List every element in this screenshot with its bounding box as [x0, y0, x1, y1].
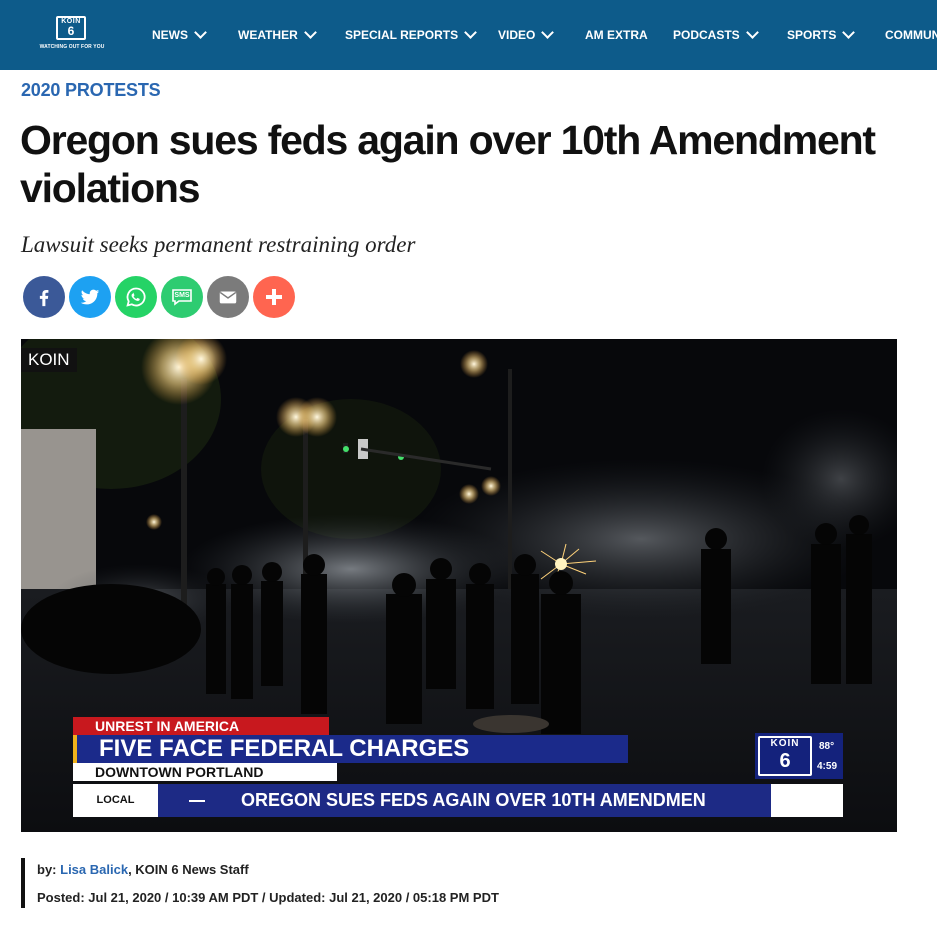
- logo-number: 6: [67, 24, 75, 38]
- nav-community-label: COMMUNI: [885, 28, 937, 42]
- lower-third-topic: UNREST IN AMERICA: [73, 717, 329, 736]
- ticker-divider: [189, 800, 205, 802]
- posted-date: Posted: Jul 21, 2020 / 10:39 AM PDT / Up…: [37, 890, 499, 905]
- news-ticker: LOCAL OREGON SUES FEDS AGAIN OVER 10TH A…: [73, 784, 843, 817]
- chevron-down-icon: [464, 26, 478, 39]
- lower-third-headline: FIVE FACE FEDERAL CHARGES: [73, 735, 628, 763]
- station-logo-box: KOIN 6 88° 4:59: [755, 733, 843, 779]
- nav-community[interactable]: COMMUNI: [885, 28, 937, 42]
- chevron-down-icon: [745, 26, 759, 39]
- share-sms-button[interactable]: SMS: [161, 276, 203, 318]
- ticker-end-block: [771, 784, 843, 817]
- ticker-text: OREGON SUES FEDS AGAIN OVER 10TH AMENDME…: [241, 790, 706, 810]
- share-more-button[interactable]: [253, 276, 295, 318]
- category-link[interactable]: 2020 PROTESTS: [21, 80, 161, 101]
- plus-icon: [266, 289, 282, 305]
- nav-podcasts[interactable]: PODCASTS: [673, 26, 759, 42]
- nav-news-label: NEWS: [152, 28, 188, 42]
- whatsapp-icon: [126, 287, 146, 307]
- twitter-icon: [80, 289, 100, 305]
- headline: Oregon sues feds again over 10th Amendme…: [20, 117, 876, 211]
- koin-video-bug: KOIN: [21, 348, 77, 372]
- nav-video-label: VIDEO: [498, 28, 536, 42]
- nav-weather[interactable]: WEATHER: [238, 26, 317, 42]
- byline-prefix: by:: [37, 862, 61, 877]
- chevron-down-icon: [541, 26, 555, 39]
- nav-news[interactable]: NEWS: [152, 26, 207, 42]
- byline: by: Lisa Balick, KOIN 6 News Staff: [37, 862, 249, 877]
- nav-video[interactable]: VIDEO: [498, 26, 555, 42]
- byline-accent-bar: [21, 858, 25, 908]
- chevron-down-icon: [194, 26, 207, 39]
- nav-am-extra-label: AM EXTRA: [585, 28, 648, 42]
- share-twitter-button[interactable]: [69, 276, 111, 318]
- author-link[interactable]: Lisa Balick: [60, 862, 128, 877]
- temperature: 88°: [819, 741, 835, 752]
- subheadline: Lawsuit seeks permanent restraining orde…: [21, 232, 416, 257]
- share-facebook-button[interactable]: [23, 276, 65, 318]
- nav-special-reports[interactable]: SPECIAL REPORTS: [345, 26, 478, 42]
- nav-special-reports-label: SPECIAL REPORTS: [345, 28, 459, 42]
- email-icon: [219, 291, 237, 304]
- top-navigation-bar: KOIN 6 WATCHING OUT FOR YOU NEWS WEATHER…: [0, 0, 937, 70]
- nav-am-extra[interactable]: AM EXTRA: [585, 28, 648, 42]
- nav-sports-label: SPORTS: [787, 28, 837, 42]
- chevron-down-icon: [842, 26, 856, 39]
- nav-weather-label: WEATHER: [238, 28, 298, 42]
- logo-tagline: WATCHING OUT FOR YOU: [39, 44, 105, 50]
- nav-podcasts-label: PODCASTS: [673, 28, 740, 42]
- clock-time: 4:59: [817, 761, 838, 772]
- lower-third-location: DOWNTOWN PORTLAND: [73, 763, 337, 781]
- ticker-label: LOCAL: [73, 784, 158, 817]
- chevron-down-icon: [303, 26, 317, 39]
- share-whatsapp-button[interactable]: [115, 276, 157, 318]
- share-email-button[interactable]: [207, 276, 249, 318]
- koin-logo[interactable]: KOIN 6 WATCHING OUT FOR YOU: [30, 14, 110, 54]
- station-number: 6: [779, 750, 791, 772]
- station-logo-mark: KOIN 6: [758, 736, 812, 776]
- station-koin-text: KOIN: [770, 738, 800, 749]
- nav-sports[interactable]: SPORTS: [787, 26, 856, 42]
- koin-logo-mark: KOIN 6: [56, 16, 86, 40]
- facebook-icon: [39, 289, 49, 307]
- byline-affiliation: , KOIN 6 News Staff: [128, 862, 249, 877]
- sms-label: SMS: [174, 292, 190, 299]
